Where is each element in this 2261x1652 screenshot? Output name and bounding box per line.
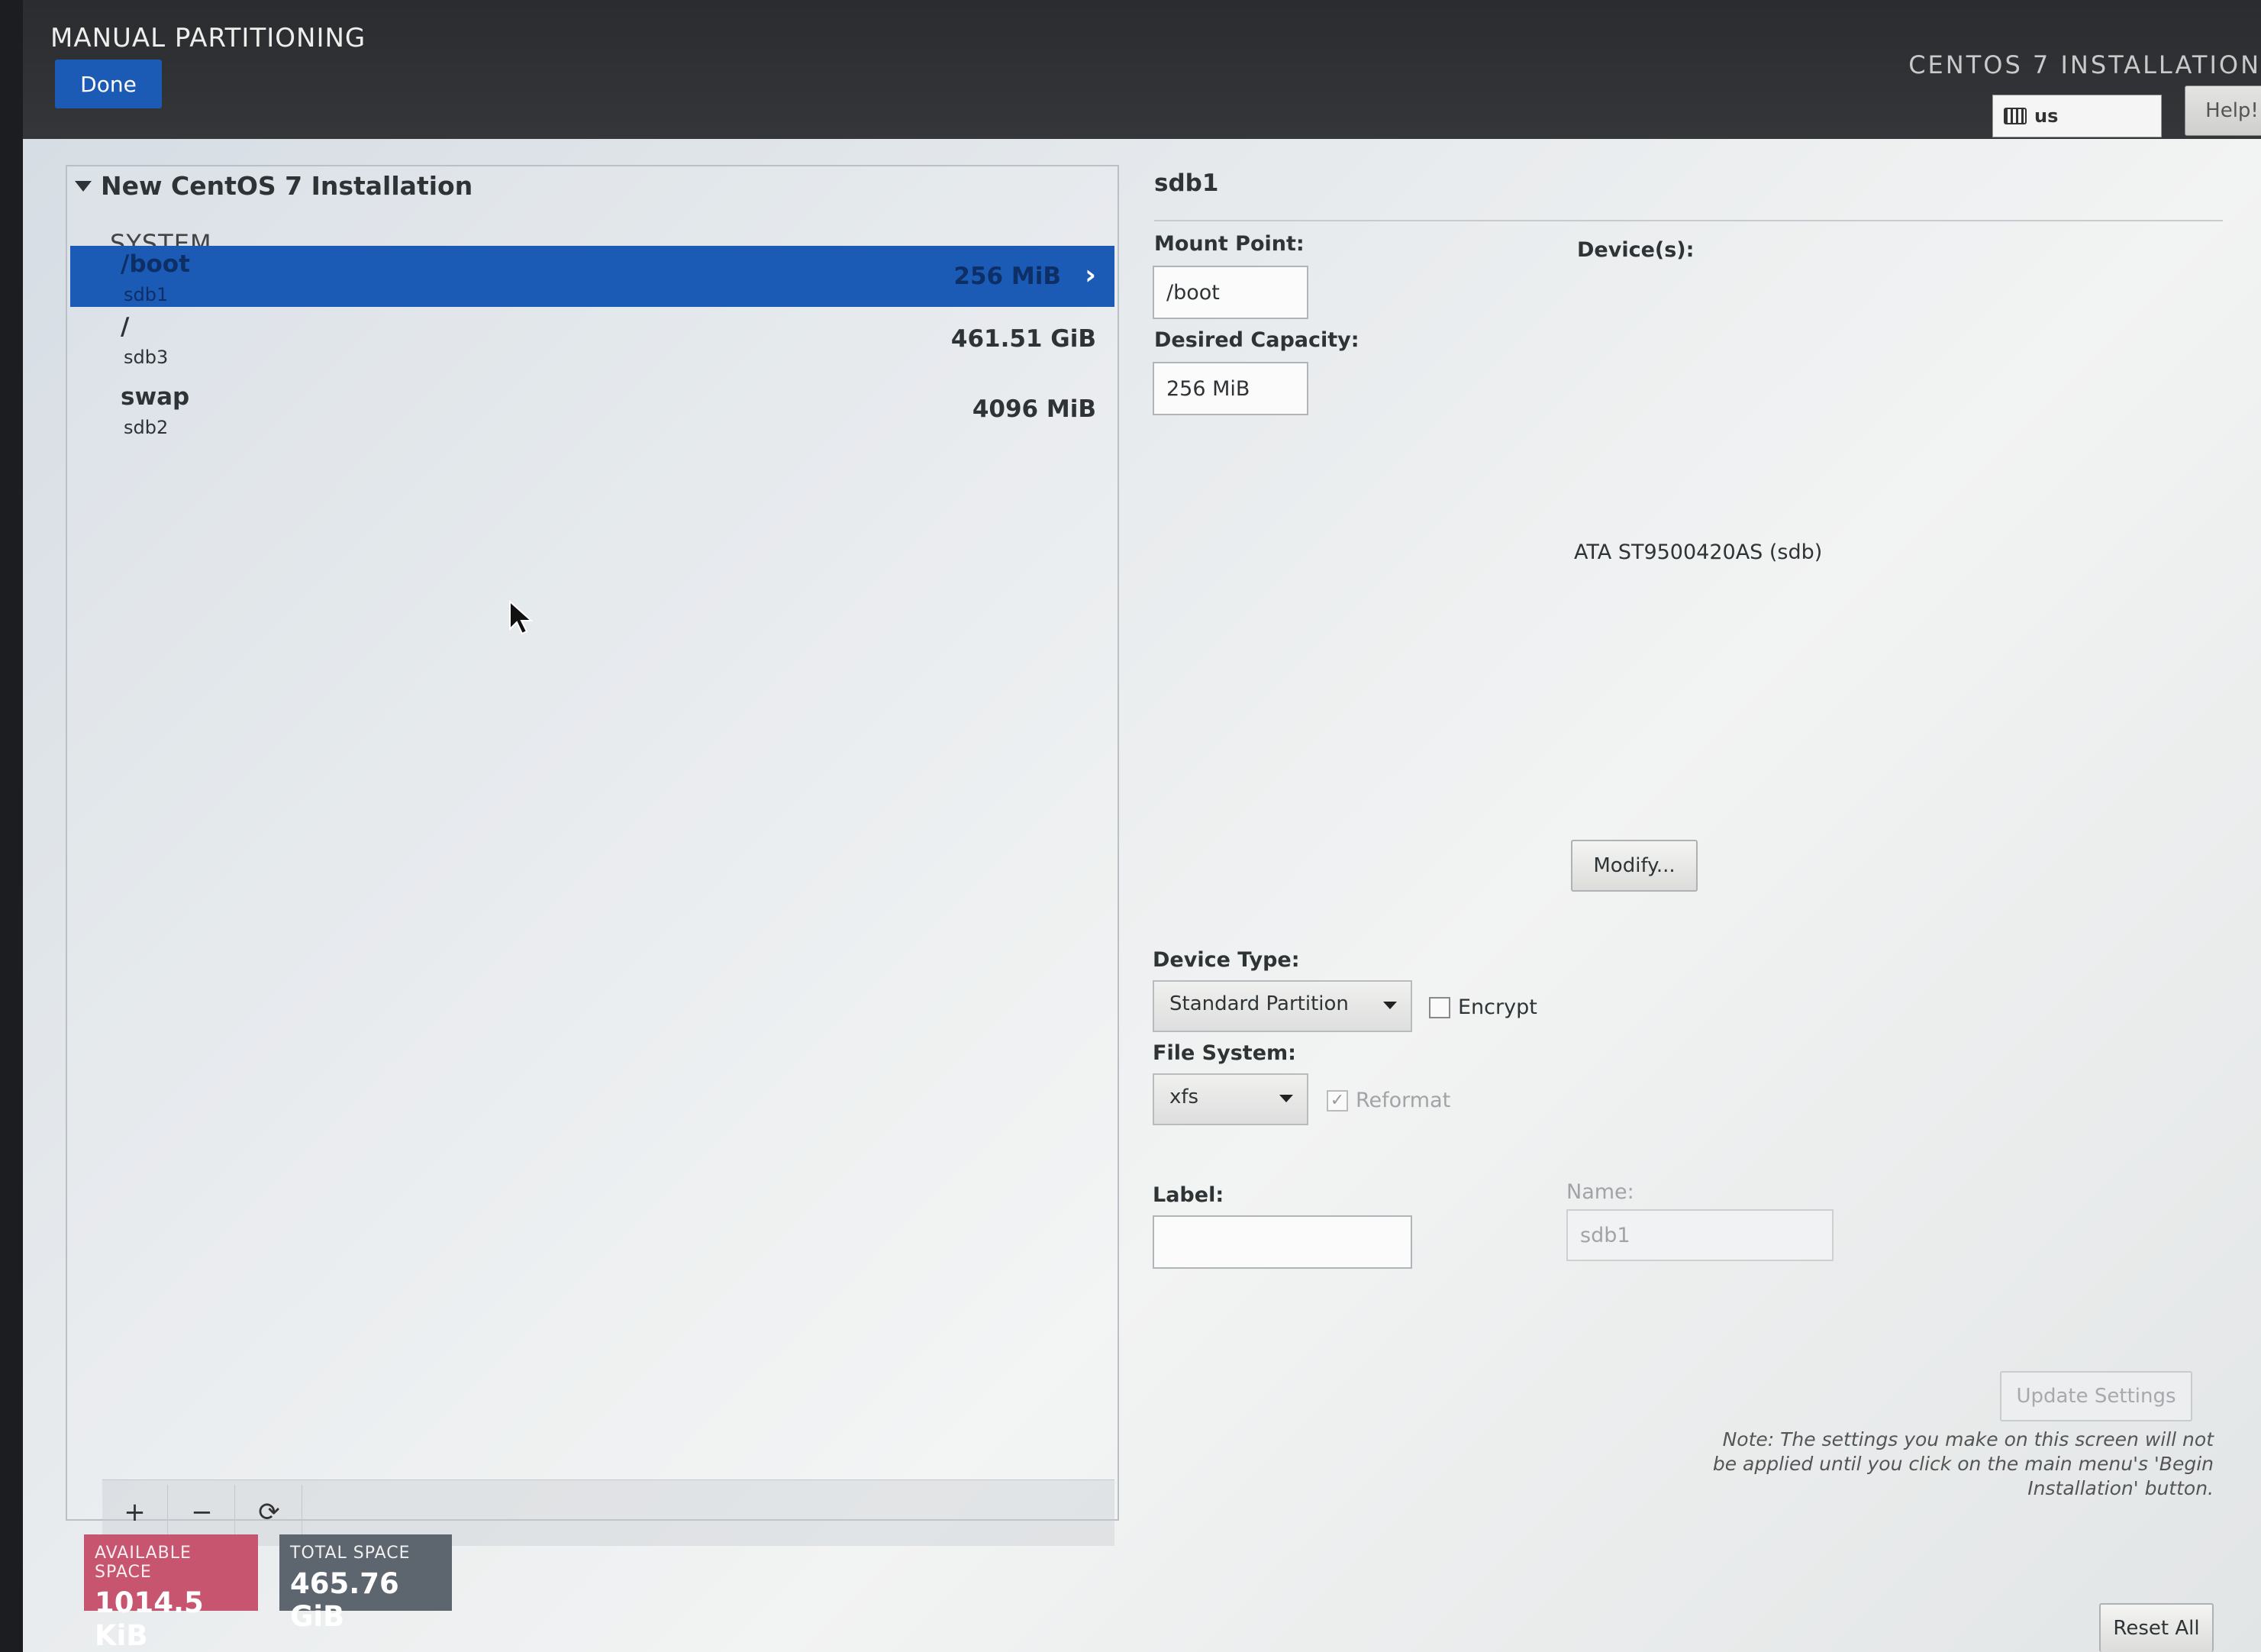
partition-size: 4096 MiB: [972, 395, 1096, 423]
encrypt-checkbox[interactable]: Encrypt: [1429, 995, 1537, 1019]
partition-row-boot[interactable]: /boot sdb1 256 MiB ›: [70, 246, 1114, 307]
main-area: New CentOS 7 Installation SYSTEM /boot s…: [23, 139, 2261, 1652]
done-button[interactable]: Done: [55, 60, 162, 108]
installation-group-title: New CentOS 7 Installation: [101, 171, 473, 201]
dropdown-arrow-icon: [1383, 1002, 1397, 1009]
available-space-label: AVAILABLE SPACE: [95, 1544, 192, 1582]
add-partition-button[interactable]: +: [102, 1485, 168, 1540]
name-input: [1566, 1209, 1834, 1261]
keyboard-layout-indicator[interactable]: us: [1992, 95, 2162, 137]
keyboard-icon: [2004, 108, 2027, 124]
available-space-value: 1014.5 KiB: [95, 1586, 204, 1652]
device-type-label: Device Type:: [1153, 948, 1300, 972]
mount-point-label: Mount Point:: [1154, 232, 1305, 256]
update-settings-button[interactable]: Update Settings: [2000, 1371, 2192, 1421]
partition-mount: swap: [121, 383, 190, 411]
remove-partition-button[interactable]: −: [169, 1485, 235, 1540]
partition-list-panel: New CentOS 7 Installation SYSTEM /boot s…: [66, 165, 1119, 1546]
desired-capacity-label: Desired Capacity:: [1154, 328, 1360, 352]
label-input[interactable]: [1153, 1215, 1412, 1269]
file-system-label: File System:: [1153, 1041, 1296, 1065]
devices-label: Device(s):: [1577, 238, 1695, 262]
reformat-checkbox: ✓ Reformat: [1327, 1089, 1450, 1112]
available-space-box: AVAILABLE SPACE 1014.5 KiB: [84, 1534, 258, 1652]
partition-mount: /boot: [121, 250, 190, 278]
keyboard-layout-label: us: [2034, 105, 2059, 127]
mouse-cursor-icon: [509, 600, 534, 635]
partition-device: sdb2: [124, 417, 169, 438]
total-space-value: 465.76 GiB: [290, 1567, 399, 1633]
desired-capacity-input[interactable]: [1153, 362, 1308, 415]
refresh-icon[interactable]: ⟳: [237, 1485, 302, 1540]
encrypt-label: Encrypt: [1458, 995, 1537, 1019]
total-space-label: TOTAL SPACE: [290, 1544, 411, 1563]
reformat-label: Reformat: [1356, 1089, 1451, 1112]
device-type-dropdown[interactable]: Standard Partition: [1153, 980, 1412, 1032]
modify-button[interactable]: Modify...: [1571, 840, 1698, 892]
name-field-label: Name:: [1566, 1180, 1634, 1204]
checkmark-icon: ✓: [1327, 1089, 1348, 1112]
dropdown-arrow-icon: [1279, 1095, 1293, 1102]
partition-device: sdb1: [124, 284, 169, 305]
partition-size: 256 MiB: [953, 263, 1061, 290]
header-bar: MANUAL PARTITIONING Done CENTOS 7 INSTAL…: [23, 0, 2261, 139]
expander-triangle-icon: [75, 180, 92, 192]
mount-point-input[interactable]: [1153, 266, 1308, 319]
checkbox-icon: [1429, 996, 1450, 1018]
page-title: MANUAL PARTITIONING: [50, 23, 366, 53]
product-title: CENTOS 7 INSTALLATION: [1908, 50, 2261, 79]
total-space-box: TOTAL SPACE 465.76 GiB: [279, 1534, 452, 1633]
partition-mount: /: [121, 313, 130, 340]
device-type-value: Standard Partition: [1169, 992, 1349, 1015]
partition-row-swap[interactable]: swap sdb2 4096 MiB: [70, 379, 1114, 440]
partition-row-root[interactable]: / sdb3 461.51 GiB: [70, 308, 1114, 369]
divider: [1154, 220, 2223, 221]
device-description: ATA ST9500420AS (sdb): [1574, 540, 1823, 564]
installation-group-header[interactable]: New CentOS 7 Installation: [75, 171, 473, 201]
selected-device-name: sdb1: [1154, 169, 1219, 197]
file-system-dropdown[interactable]: xfs: [1153, 1073, 1308, 1125]
settings-note: Note: The settings you make on this scre…: [1712, 1428, 2214, 1499]
partition-device: sdb3: [124, 347, 169, 368]
file-system-value: xfs: [1169, 1086, 1199, 1108]
label-field-label: Label:: [1153, 1183, 1224, 1207]
chevron-right-icon: ›: [1085, 260, 1096, 291]
reset-all-button[interactable]: Reset All: [2099, 1603, 2214, 1652]
partition-size: 461.51 GiB: [950, 325, 1096, 353]
help-button[interactable]: Help!: [2185, 86, 2261, 136]
